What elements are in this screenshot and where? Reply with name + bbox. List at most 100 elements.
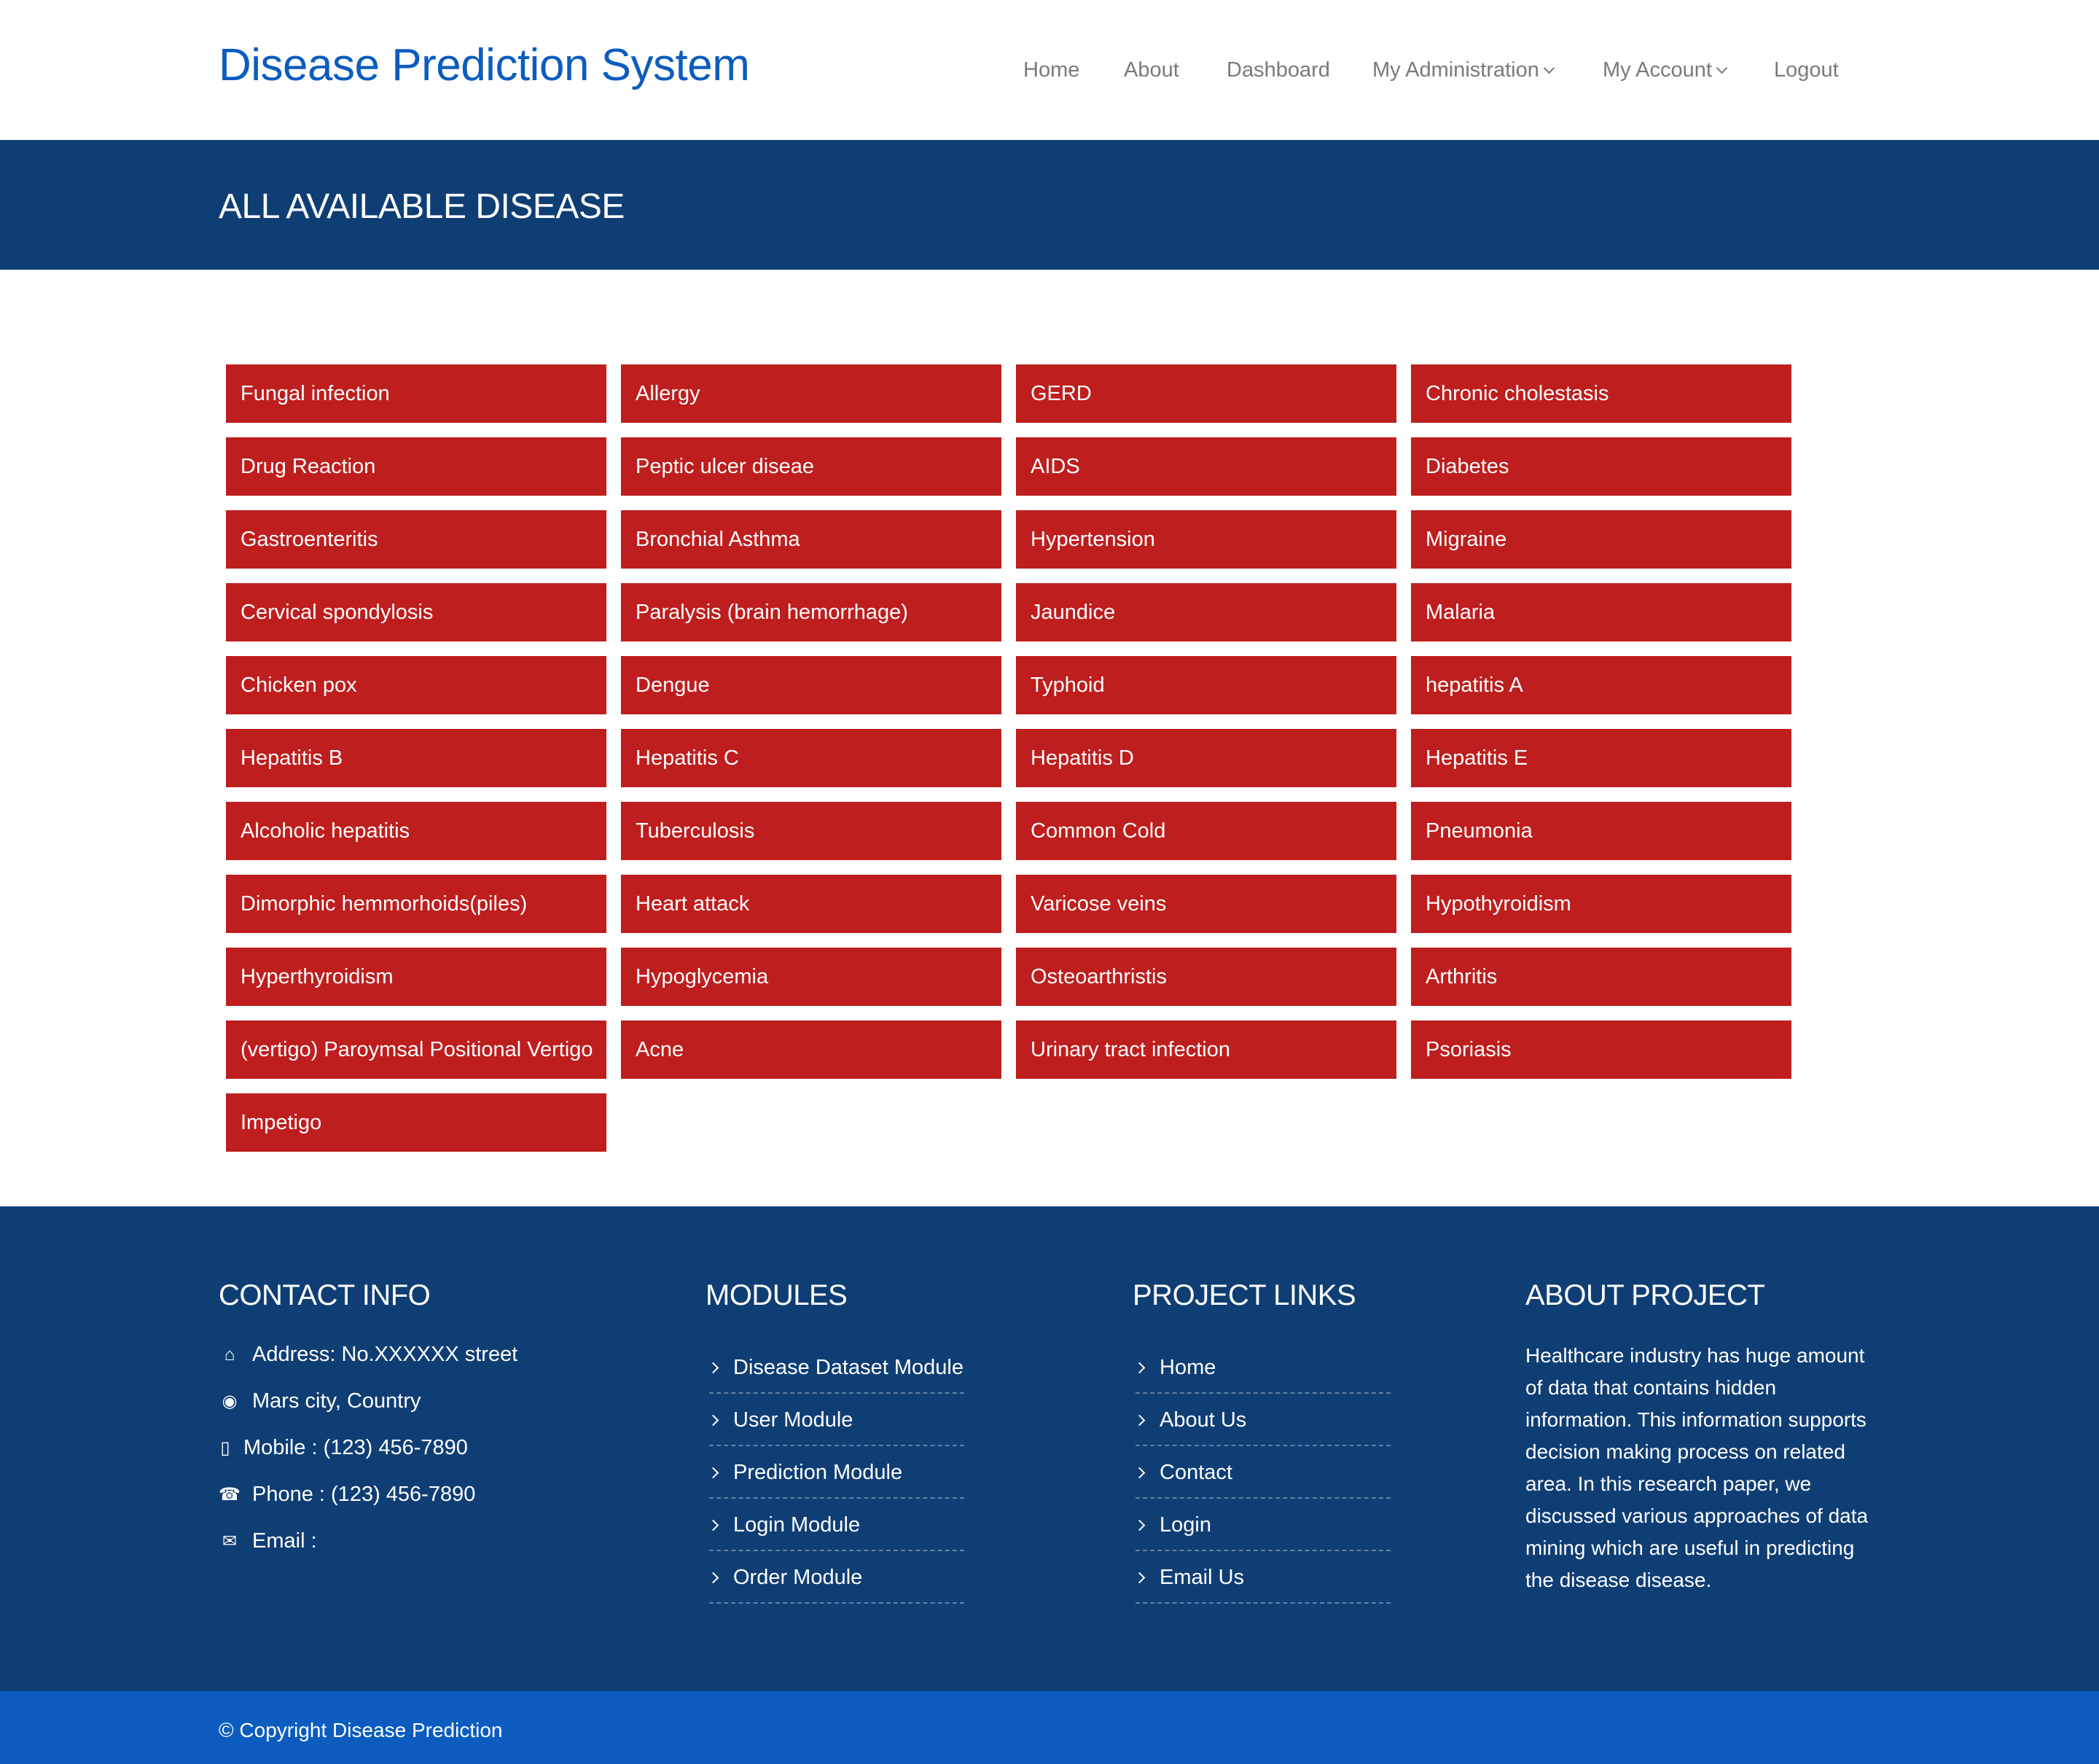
- disease-item[interactable]: Hypertension: [1016, 510, 1396, 569]
- project-link-login[interactable]: Login: [1133, 1499, 1391, 1551]
- contact-mobile: ▯ Mobile : (123) 456-7890: [219, 1436, 468, 1460]
- disease-item[interactable]: Varicose veins: [1016, 875, 1396, 933]
- disease-item[interactable]: Jaundice: [1016, 583, 1396, 641]
- project-links-list: Home About Us Contact Login Email Us: [1133, 1341, 1391, 1604]
- nav-dashboard[interactable]: Dashboard: [1227, 58, 1330, 82]
- module-link[interactable]: Order Module: [707, 1551, 964, 1604]
- disease-item[interactable]: Diabetes: [1411, 437, 1791, 496]
- disease-item[interactable]: GERD: [1016, 364, 1396, 423]
- mobile-icon: ▯: [220, 1438, 230, 1458]
- project-link-contact[interactable]: Contact: [1133, 1446, 1391, 1499]
- nav-about[interactable]: About: [1124, 58, 1179, 82]
- contact-city-text: Mars city, Country: [252, 1389, 421, 1413]
- project-link-home[interactable]: Home: [1133, 1341, 1391, 1394]
- disease-item[interactable]: Migraine: [1411, 510, 1791, 569]
- disease-item[interactable]: Gastroenteritis: [226, 510, 606, 569]
- chevron-down-icon: [1543, 62, 1555, 74]
- disease-item[interactable]: Psoriasis: [1411, 1020, 1791, 1079]
- chevron-right-icon: [1133, 1519, 1146, 1531]
- module-link-label: Login Module: [733, 1513, 861, 1537]
- contact-address-text: Address: No.XXXXXX street: [252, 1343, 518, 1366]
- contact-phone-text: Phone : (123) 456-7890: [252, 1483, 476, 1506]
- module-link[interactable]: Login Module: [707, 1499, 964, 1551]
- disease-item[interactable]: Typhoid: [1016, 656, 1396, 714]
- disease-item[interactable]: Hypothyroidism: [1411, 875, 1791, 933]
- site-header: Disease Prediction System Home About Das…: [0, 0, 2099, 140]
- disease-item[interactable]: Acne: [621, 1020, 1001, 1079]
- project-link-email-us[interactable]: Email Us: [1133, 1551, 1391, 1604]
- nav-account-dropdown[interactable]: My Account: [1603, 58, 1728, 82]
- disease-item[interactable]: Hyperthyroidism: [226, 948, 606, 1006]
- about-project-heading: ABOUT PROJECT: [1525, 1279, 1765, 1311]
- contact-info-heading: CONTACT INFO: [219, 1279, 431, 1311]
- project-link-label: Contact: [1160, 1460, 1232, 1484]
- disease-item[interactable]: Hepatitis B: [226, 729, 606, 787]
- disease-item[interactable]: (vertigo) Paroymsal Positional Vertigo: [226, 1020, 606, 1079]
- modules-heading: MODULES: [705, 1279, 848, 1311]
- modules-list: Disease Dataset Module User Module Predi…: [707, 1341, 964, 1604]
- chevron-down-icon: [1716, 62, 1728, 74]
- disease-item[interactable]: Hepatitis D: [1016, 729, 1396, 787]
- project-link-label: Email Us: [1160, 1565, 1245, 1589]
- disease-item[interactable]: Hypoglycemia: [621, 948, 1001, 1006]
- module-link-label: User Module: [733, 1408, 853, 1432]
- copyright-text: © Copyright Disease Prediction: [219, 1719, 503, 1741]
- nav-account-label: My Account: [1603, 58, 1712, 82]
- disease-item[interactable]: Impetigo: [226, 1093, 606, 1152]
- disease-item[interactable]: Fungal infection: [226, 364, 606, 423]
- disease-item[interactable]: Tuberculosis: [621, 802, 1001, 860]
- disease-item[interactable]: Arthritis: [1411, 948, 1791, 1006]
- nav-logout[interactable]: Logout: [1774, 58, 1839, 82]
- home-icon: ⌂: [224, 1344, 235, 1365]
- disease-item[interactable]: Paralysis (brain hemorrhage): [621, 583, 1001, 641]
- chevron-right-icon: [707, 1572, 719, 1583]
- disease-item[interactable]: Pneumonia: [1411, 802, 1791, 860]
- chevron-right-icon: [707, 1414, 719, 1426]
- disease-item[interactable]: Allergy: [621, 364, 1001, 423]
- disease-item[interactable]: Urinary tract infection: [1016, 1020, 1396, 1079]
- disease-item[interactable]: Dimorphic hemmorhoids(piles): [226, 875, 606, 933]
- disease-item[interactable]: hepatitis A: [1411, 656, 1791, 714]
- site-footer: CONTACT INFO ⌂ Address: No.XXXXXX street…: [0, 1206, 2099, 1691]
- project-link-label: Login: [1160, 1513, 1211, 1537]
- contact-mobile-text: Mobile : (123) 456-7890: [243, 1436, 468, 1459]
- disease-item[interactable]: Drug Reaction: [226, 437, 606, 496]
- globe-icon: ◉: [222, 1392, 238, 1411]
- module-link[interactable]: Prediction Module: [707, 1446, 964, 1499]
- disease-item[interactable]: Alcoholic hepatitis: [226, 802, 606, 860]
- project-link-label: Home: [1160, 1355, 1216, 1379]
- disease-item[interactable]: Osteoarthristis: [1016, 948, 1396, 1006]
- disease-item[interactable]: Chronic cholestasis: [1411, 364, 1791, 423]
- disease-item[interactable]: Heart attack: [621, 875, 1001, 933]
- disease-item[interactable]: Malaria: [1411, 583, 1791, 641]
- contact-email-text: Email :: [252, 1529, 317, 1553]
- envelope-icon: ✉: [222, 1531, 238, 1551]
- disease-item[interactable]: Common Cold: [1016, 802, 1396, 860]
- contact-phone: ☎ Phone : (123) 456-7890: [219, 1483, 475, 1507]
- disease-item[interactable]: Bronchial Asthma: [621, 510, 1001, 569]
- disease-item[interactable]: Chicken pox: [226, 656, 606, 714]
- chevron-right-icon: [707, 1362, 719, 1373]
- project-link-about-us[interactable]: About Us: [1133, 1394, 1391, 1446]
- disease-item[interactable]: Dengue: [621, 656, 1001, 714]
- module-link-label: Prediction Module: [733, 1460, 903, 1484]
- chevron-right-icon: [1133, 1414, 1146, 1426]
- contact-city: ◉ Mars city, Country: [219, 1389, 421, 1413]
- disease-item[interactable]: Hepatitis C: [621, 729, 1001, 787]
- nav-administration-label: My Administration: [1372, 58, 1539, 82]
- disease-item[interactable]: AIDS: [1016, 437, 1396, 496]
- disease-item[interactable]: Peptic ulcer diseae: [621, 437, 1001, 496]
- copyright-bar: © Copyright Disease Prediction: [0, 1691, 2099, 1764]
- chevron-right-icon: [707, 1467, 719, 1478]
- contact-email: ✉ Email :: [219, 1529, 317, 1553]
- module-link-label: Disease Dataset Module: [733, 1355, 963, 1379]
- disease-item[interactable]: Cervical spondylosis: [226, 583, 606, 641]
- module-link[interactable]: Disease Dataset Module: [707, 1341, 964, 1394]
- module-link[interactable]: User Module: [707, 1394, 964, 1446]
- nav-home[interactable]: Home: [1023, 58, 1079, 82]
- disease-item[interactable]: Hepatitis E: [1411, 729, 1791, 787]
- about-project-text: Healthcare industry has huge amount of d…: [1525, 1344, 1869, 1591]
- site-brand[interactable]: Disease Prediction System: [219, 39, 750, 91]
- chevron-right-icon: [707, 1519, 719, 1531]
- nav-administration-dropdown[interactable]: My Administration: [1372, 58, 1555, 82]
